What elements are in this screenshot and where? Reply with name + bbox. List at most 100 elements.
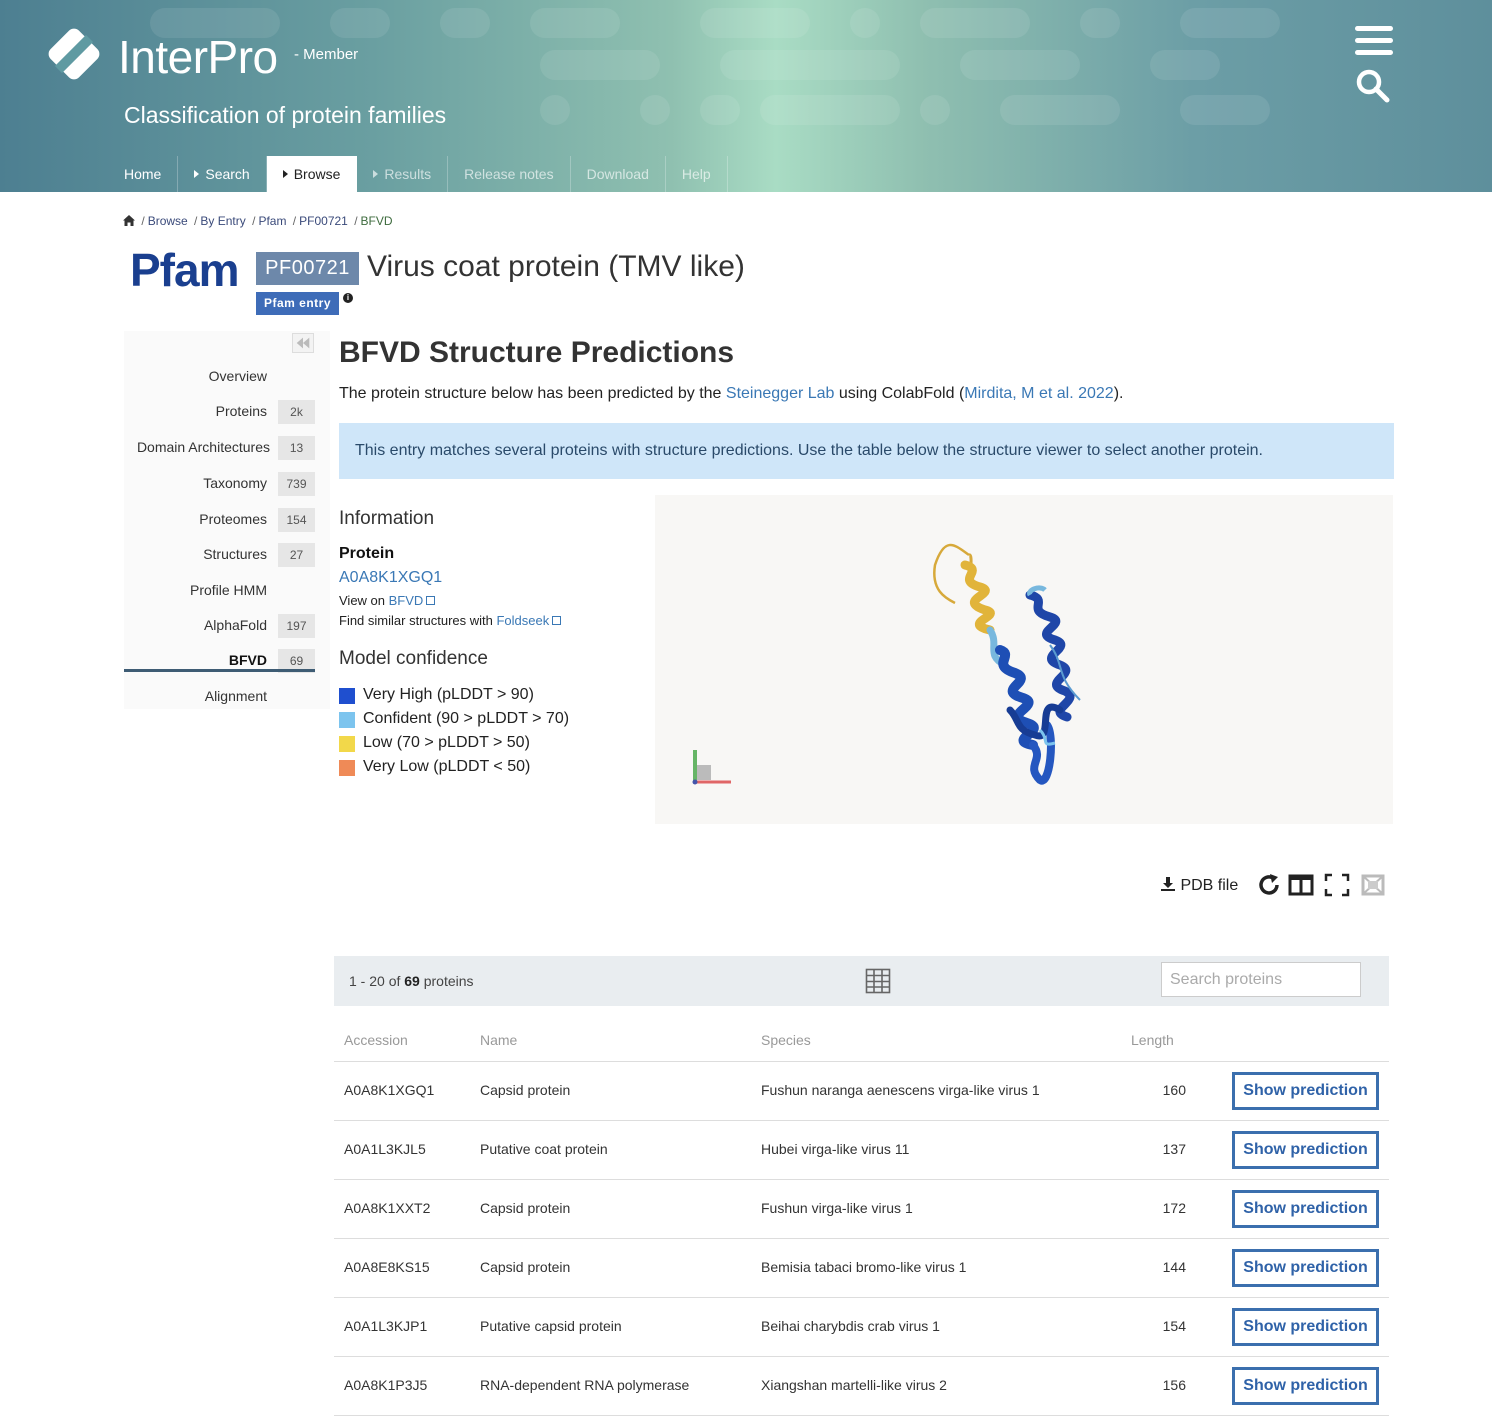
caret-right-icon	[194, 170, 200, 178]
show-prediction-button[interactable]: Show prediction	[1232, 1072, 1379, 1110]
breadcrumb-pfam[interactable]: Pfam	[258, 214, 286, 228]
nav-browse[interactable]: Browse	[266, 156, 358, 192]
main-nav: Home Search Browse Results Release notes Down…	[108, 156, 728, 192]
row-species: Fushun virga-like virus 1	[761, 1200, 913, 1216]
menu-icon[interactable]	[1355, 26, 1393, 56]
sidebar-item-domain-architectures[interactable]: Domain Architectures 13	[124, 436, 315, 460]
row-species: Xiangshan martelli-like virus 2	[761, 1377, 947, 1393]
foldseek-link[interactable]: Foldseek	[496, 613, 549, 628]
sidebar-item-label: Structures	[203, 546, 267, 562]
nav-release-notes[interactable]: Release notes	[448, 156, 571, 192]
row-species: Hubei virga-like virus 11	[761, 1141, 910, 1157]
show-prediction-button[interactable]: Show prediction	[1232, 1131, 1379, 1169]
row-accession: A0A1L3KJP1	[344, 1318, 428, 1334]
find-similar: Find similar structures with Foldseek	[339, 613, 562, 628]
info-icon[interactable]: i	[343, 293, 353, 303]
breadcrumb-browse[interactable]: Browse	[148, 214, 188, 228]
logo-subtitle: - Member	[294, 46, 359, 63]
col-header-accession[interactable]: Accession	[344, 1032, 408, 1048]
legend-label: Very Low (pLDDT < 50)	[363, 758, 531, 775]
section-title: BFVD Structure Predictions	[339, 336, 735, 369]
sidebar-item-label: Alignment	[204, 688, 267, 704]
row-name: Capsid protein	[480, 1082, 571, 1098]
breadcrumb-current: BFVD	[360, 214, 393, 228]
home-icon[interactable]	[123, 215, 135, 226]
collapse-sidebar-icon[interactable]	[292, 333, 314, 353]
row-divider	[334, 1179, 1389, 1180]
protein-structure-render[interactable]	[655, 495, 1393, 824]
pdb-file-download[interactable]: PDB file	[1160, 876, 1238, 895]
view-on-bfvd: View on BFVD	[339, 593, 436, 608]
sidebar-item-proteins[interactable]: Proteins 2k	[124, 400, 315, 424]
row-accession: A0A1L3KJL5	[344, 1141, 426, 1157]
sidebar-item-taxonomy[interactable]: Taxonomy 739	[124, 472, 315, 496]
col-header-name[interactable]: Name	[480, 1032, 517, 1048]
sidebar-item-label: Overview	[208, 368, 267, 384]
nav-search[interactable]: Search	[178, 156, 267, 192]
interpro-logo-icon[interactable]	[44, 24, 104, 84]
steinegger-lab-link[interactable]: Steinegger Lab	[726, 385, 835, 402]
sidebar-item-label: Domain Architectures	[136, 439, 270, 455]
external-link-icon	[552, 616, 562, 625]
nav-download[interactable]: Download	[571, 156, 666, 192]
row-species: Fushun naranga aenescens virga-like viru…	[761, 1082, 1040, 1098]
fullscreen-icon[interactable]	[1324, 872, 1350, 898]
row-accession: A0A8K1XGQ1	[344, 1082, 435, 1098]
col-header-species[interactable]: Species	[761, 1032, 811, 1048]
site-header: InterPro - Member Classification of prot…	[0, 0, 1492, 192]
intro-text: The protein structure below has been pre…	[339, 385, 1124, 402]
svg-text:Pfam: Pfam	[130, 246, 238, 294]
show-prediction-button[interactable]: Show prediction	[1232, 1367, 1379, 1405]
nav-results[interactable]: Results	[357, 156, 449, 192]
col-header-length[interactable]: Length	[1131, 1032, 1174, 1048]
show-prediction-button[interactable]: Show prediction	[1232, 1190, 1379, 1228]
row-length: 172	[1162, 1200, 1186, 1216]
breadcrumb-accession[interactable]: PF00721	[299, 214, 348, 228]
download-icon	[1161, 877, 1175, 891]
split-view-icon[interactable]	[1288, 872, 1314, 898]
pfam-logo: Pfam	[130, 246, 239, 294]
row-length: 144	[1162, 1259, 1186, 1275]
sidebar-item-structures[interactable]: Structures 27	[124, 543, 315, 567]
row-name: Putative capsid protein	[480, 1318, 622, 1334]
citation-link[interactable]: Mirdita, M et al. 2022	[964, 385, 1113, 402]
information-heading: Information	[339, 508, 435, 529]
show-prediction-button[interactable]: Show prediction	[1232, 1249, 1379, 1287]
structure-viewer[interactable]	[655, 495, 1393, 824]
sidebar-item-overview[interactable]: Overview	[124, 365, 315, 389]
row-length: 156	[1162, 1377, 1186, 1393]
table-view-icon[interactable]	[865, 968, 891, 994]
model-confidence-heading: Model confidence	[339, 648, 488, 669]
tagline: Classification of protein families	[124, 102, 447, 128]
breadcrumb-by-entry[interactable]: By Entry	[200, 214, 245, 228]
bfvd-link[interactable]: BFVD	[389, 593, 424, 608]
sidebar-item-profile-hmm[interactable]: Profile HMM	[124, 579, 315, 603]
search-icon[interactable]	[1355, 68, 1391, 104]
sidebar-item-count: 197	[278, 614, 315, 638]
sidebar-item-proteomes[interactable]: Proteomes 154	[124, 508, 315, 532]
nav-home[interactable]: Home	[108, 156, 179, 192]
row-divider	[334, 1415, 1389, 1416]
row-divider	[334, 1297, 1389, 1298]
show-prediction-button[interactable]: Show prediction	[1232, 1308, 1379, 1346]
row-name: RNA-dependent RNA polymerase	[480, 1377, 690, 1393]
screenshot-icon[interactable]	[1360, 872, 1386, 898]
row-species: Bemisia tabaci bromo-like virus 1	[761, 1259, 967, 1275]
sidebar-item-count: 27	[278, 543, 315, 567]
row-name: Capsid protein	[480, 1259, 571, 1275]
sidebar-item-alignment[interactable]: Alignment	[124, 685, 315, 709]
logo-text[interactable]: InterPro	[118, 30, 278, 84]
caret-right-icon	[282, 170, 288, 178]
caret-right-icon	[373, 170, 379, 178]
row-accession: A0A8E8KS15	[344, 1259, 430, 1275]
nav-help[interactable]: Help	[666, 156, 728, 192]
row-length: 137	[1162, 1141, 1186, 1157]
search-proteins-input[interactable]: Search proteins	[1161, 962, 1361, 997]
row-length: 160	[1162, 1082, 1186, 1098]
sidebar-item-label: AlphaFold	[203, 617, 267, 633]
protein-accession-link[interactable]: A0A8K1XGQ1	[339, 569, 442, 587]
legend-swatch	[339, 736, 355, 752]
reset-view-icon[interactable]	[1256, 872, 1282, 898]
breadcrumb: / Browse / By Entry / Pfam / PF00721 /BFVD	[123, 214, 393, 228]
sidebar-item-alphafold[interactable]: AlphaFold 197	[124, 614, 315, 638]
